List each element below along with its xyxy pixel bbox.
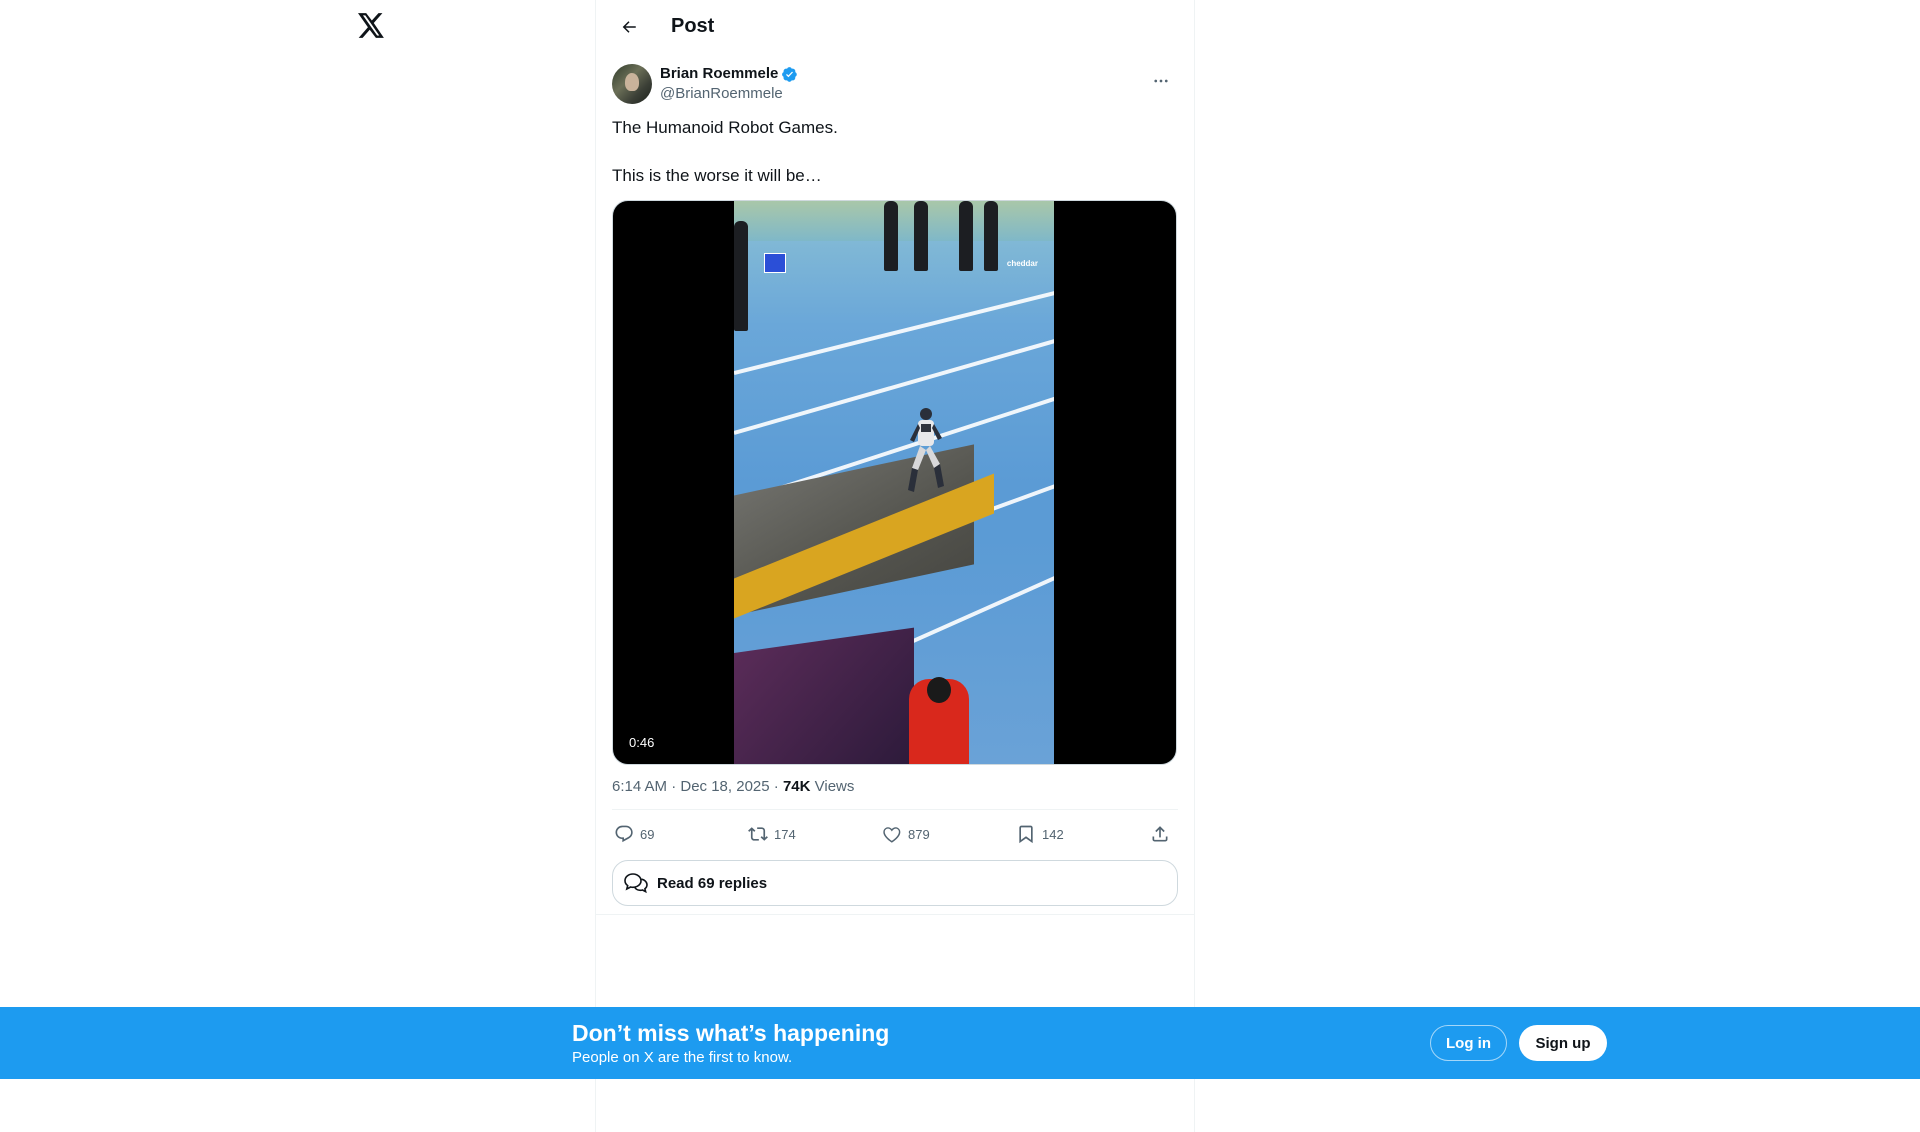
- bookmark-count: 142: [1042, 826, 1064, 842]
- author-names: Brian Roemmele @BrianRoemmele: [660, 64, 798, 104]
- like-button[interactable]: 879: [882, 824, 1016, 844]
- banner-title: Don’t miss what’s happening: [572, 1020, 890, 1046]
- video-duration: 0:46: [625, 733, 659, 752]
- more-options-button[interactable]: [1144, 64, 1178, 98]
- robot-figure: [908, 408, 944, 492]
- views-label: Views: [810, 778, 855, 795]
- login-button[interactable]: Log in: [1430, 1025, 1507, 1061]
- heart-icon: [883, 827, 901, 843]
- like-count: 879: [908, 826, 930, 842]
- main-column: Post Brian Roemmele @BrianRoemmele The H…: [595, 0, 1195, 1132]
- repost-button[interactable]: 174: [748, 824, 882, 844]
- back-button[interactable]: [612, 10, 646, 44]
- share-button[interactable]: [1150, 824, 1176, 844]
- reply-button[interactable]: 69: [614, 824, 748, 844]
- arrow-left-icon: [622, 20, 636, 33]
- author-handle[interactable]: @BrianRoemmele: [660, 84, 798, 104]
- read-replies-label: Read 69 replies: [657, 874, 768, 892]
- author-display-name[interactable]: Brian Roemmele: [660, 64, 778, 84]
- repost-count: 174: [774, 826, 796, 842]
- signup-button[interactable]: Sign up: [1519, 1025, 1607, 1061]
- bookmark-icon: [1019, 825, 1033, 844]
- post-meta: 6:14 AM · Dec 18, 2025 · 74K Views: [612, 777, 1178, 810]
- x-logo-icon[interactable]: [356, 10, 386, 40]
- read-replies-button[interactable]: Read 69 replies: [612, 860, 1178, 906]
- repost-icon: [748, 827, 768, 841]
- speech-bubbles-icon: [624, 873, 648, 894]
- verified-badge-icon: [781, 66, 798, 83]
- post: Brian Roemmele @BrianRoemmele The Humano…: [596, 64, 1194, 915]
- divider: [596, 914, 1194, 915]
- banner-subtitle: People on X are the first to know.: [572, 1049, 793, 1066]
- video-frame: cheddar: [734, 201, 1054, 764]
- avatar[interactable]: [612, 64, 652, 104]
- reply-icon: [615, 825, 633, 843]
- signup-banner: Don’t miss what’s happening People on X …: [0, 1007, 1920, 1079]
- views-count: 74K: [782, 778, 811, 795]
- page-title: Post: [671, 15, 715, 37]
- left-nav: [344, 0, 594, 1132]
- bookmark-button[interactable]: 142: [1016, 824, 1150, 844]
- video-player[interactable]: cheddar 0:46: [612, 200, 1177, 765]
- post-actions: 69 174 879 142: [612, 810, 1178, 858]
- video-watermark: cheddar: [1006, 259, 1038, 268]
- share-icon: [1152, 826, 1168, 842]
- post-header: Brian Roemmele @BrianRoemmele: [612, 64, 1178, 104]
- reply-count: 69: [640, 826, 655, 842]
- top-bar: Post: [596, 0, 1194, 53]
- post-timestamp[interactable]: 6:14 AM · Dec 18, 2025 ·: [612, 778, 783, 795]
- more-dots-icon: [1154, 79, 1168, 83]
- post-text: The Humanoid Robot Games. This is the wo…: [612, 118, 838, 185]
